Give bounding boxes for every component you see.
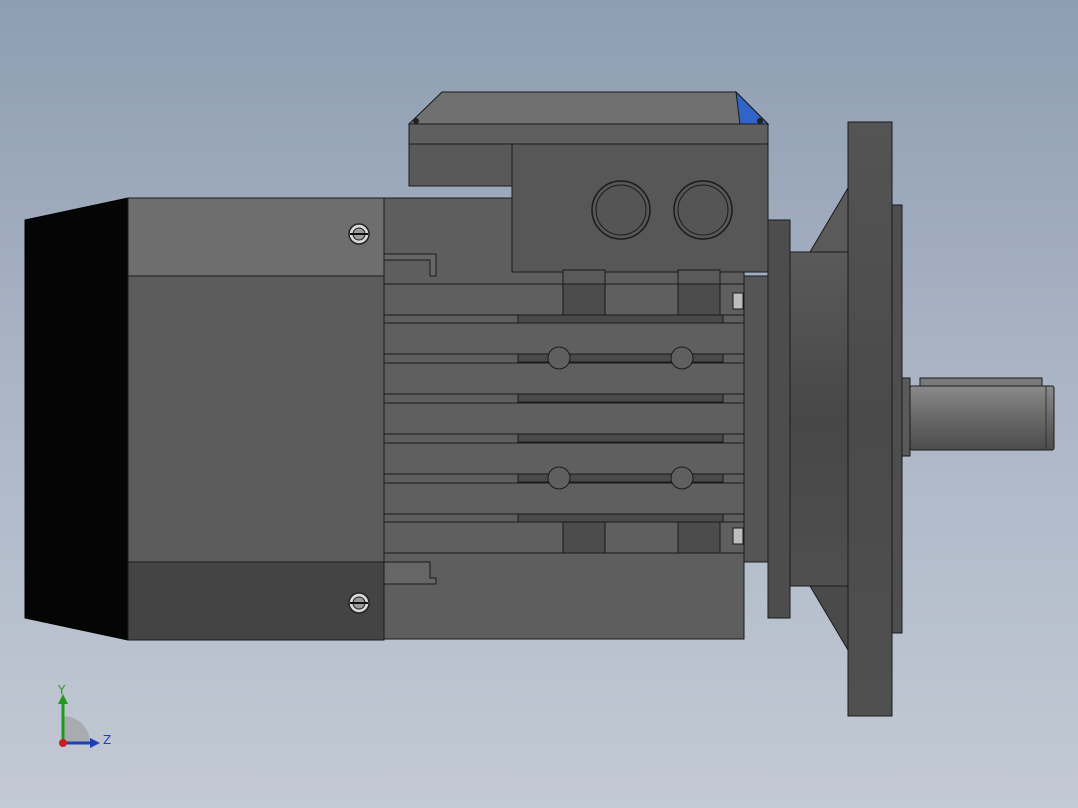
z-axis-label: Z [103,733,111,747]
motor-model[interactable] [0,0,1078,808]
mount-bracket-bottom [383,561,437,585]
flange-taper-top [809,186,849,253]
cable-gland-left[interactable] [591,180,651,240]
fin-gap [517,513,724,523]
stud [732,527,744,545]
end-shield-lip [767,219,791,619]
screw-bottom[interactable] [348,592,370,614]
stator-middle[interactable] [127,275,385,563]
stud [732,292,744,310]
z-axis-arrow [90,738,100,748]
triad-plane [63,716,90,743]
fin-post [562,283,606,316]
stator-bottom-band[interactable] [127,561,385,641]
bolt-hole [547,346,571,370]
output-shaft[interactable] [909,385,1055,451]
fin-gap [517,393,724,403]
fan-cover[interactable] [24,197,129,641]
orientation-triad[interactable]: Y Z [40,680,130,770]
bolt-hole [547,466,571,490]
fin-post-cap [562,269,606,285]
shaft-key[interactable] [919,377,1043,387]
cooling-fin [383,402,745,435]
graphics-viewport[interactable]: Y Z [0,0,1078,808]
fin-post [677,283,721,316]
bearing-hub[interactable] [789,251,851,587]
flange-spigot [891,204,903,634]
stator-top-band[interactable] [127,197,385,277]
fin-gap [517,433,724,443]
shaft-collar [901,377,911,457]
fin-post [562,521,606,554]
cooling-fins[interactable] [383,269,745,554]
bolt-hole [670,466,694,490]
bolt-hole [670,346,694,370]
cable-gland-right[interactable] [673,180,733,240]
fin-gap [517,314,724,324]
y-axis-label: Y [57,683,66,697]
screw-top[interactable] [348,223,370,245]
x-axis-dot [59,739,67,747]
fin-post-cap [677,269,721,285]
fin-post [677,521,721,554]
flange-taper-bottom [809,585,849,652]
mounting-flange[interactable] [847,121,893,717]
